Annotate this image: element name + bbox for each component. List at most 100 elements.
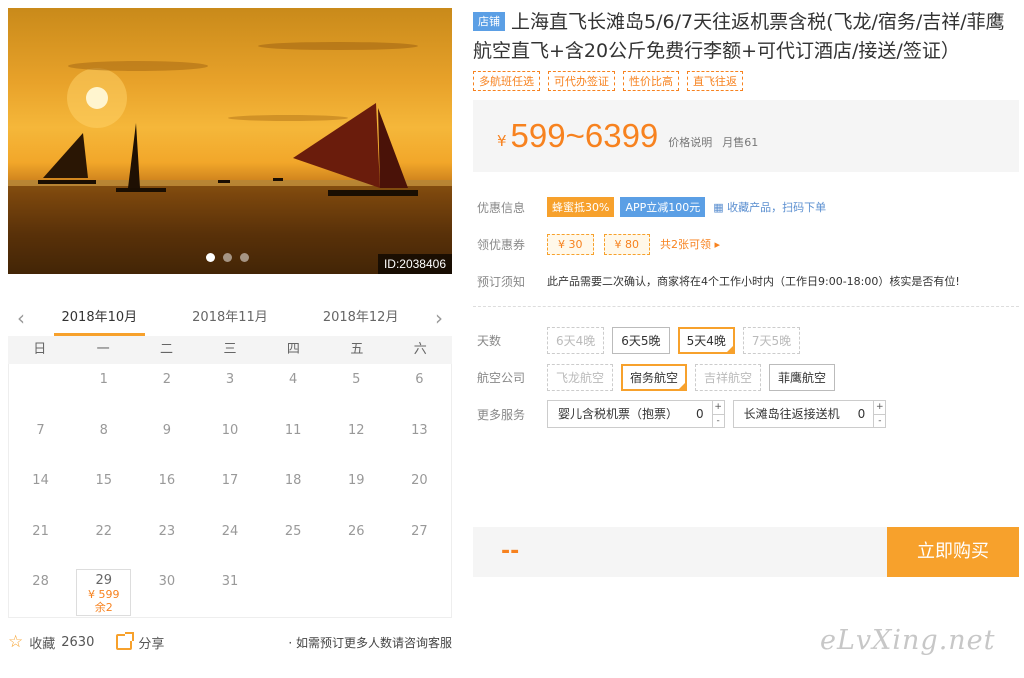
share-icon [116,632,135,650]
days-option-5d4n[interactable]: 5天4晚 [677,326,735,354]
calendar-day[interactable]: 17 [198,465,261,516]
coupon-80[interactable]: ¥ 80 [603,233,650,255]
calendar-day[interactable]: 6 [388,364,451,415]
calendar-day[interactable]: 24 [198,516,261,567]
calendar-day[interactable]: 27 [388,516,451,567]
day-number: 16 [158,473,176,488]
chevron-right-icon[interactable]: › [426,306,452,330]
airline-option-juneyao[interactable]: 吉祥航空 [695,363,762,391]
calendar-day[interactable]: 18 [262,465,325,516]
day-number: 9 [162,422,171,438]
calendar-day[interactable]: 11 [262,415,325,466]
airline-option-philippine[interactable]: 菲鹰航空 [769,363,836,391]
airline-option-feilong[interactable]: 飞龙航空 [547,363,614,391]
product-tag: 可代办签证 [548,71,615,91]
consult-note[interactable]: · 如需预订更多人数请咨询客服 [288,634,452,651]
calendar-day[interactable]: 8 [72,415,135,466]
day-number: 24 [221,523,239,539]
service-name: 长滩岛往返接送机 [743,407,840,421]
quantity-input[interactable]: 0 [688,401,712,427]
minus-button[interactable]: - [874,415,885,428]
day-number: 10 [221,422,239,438]
day-number: 20 [411,473,428,488]
calendar-day[interactable]: 19 [325,465,388,516]
calendar-day[interactable]: 13 [388,415,451,466]
tab-month-nov[interactable]: 2018年11月 [184,300,276,336]
calendar-day [9,364,72,415]
tab-month-dec[interactable]: 2018年12月 [315,300,407,336]
booking-label: 预订须知 [477,274,526,289]
star-icon: ☆ [8,632,24,652]
days-row: 天数 6天4晚 6天5晚 5天4晚 7天5晚 [473,325,1019,355]
calendar-day[interactable]: 26 [325,516,388,567]
day-number: 18 [284,473,302,488]
calendar-days: 1 2 3 4 5 6 7 8 9 10 11 12 13 14 15 16 17 18 19 20 21 22 23 24 2… [8,364,452,618]
calendar-day[interactable]: 30 [135,566,198,617]
share-button[interactable]: 分享 [116,632,164,652]
qrcode-link[interactable]: ▦ 收藏产品，扫码下单 [713,199,826,215]
calendar-day[interactable]: 23 [135,516,198,567]
product-tag: 性价比高 [623,71,679,91]
sunset-sailboats-photo [8,42,452,274]
more-coupons-link[interactable]: 共2张可领 ▸ [660,236,720,252]
calendar-day[interactable]: 12 [325,415,388,466]
day-number: 8 [99,422,108,438]
buy-now-button[interactable]: 立即购买 [887,527,1019,577]
day-number: 23 [158,523,176,539]
buy-bar: -- 立即购买 [473,527,1019,577]
calendar-day[interactable]: 4 [262,364,325,415]
calendar-day[interactable]: 9 [135,415,198,466]
days-option-7d5n[interactable]: 7天5晚 [742,326,801,354]
days-option-6d5n[interactable]: 6天5晚 [612,326,670,354]
plus-button[interactable]: + [712,401,724,415]
calendar-day[interactable]: 15 [72,465,135,516]
favorite-button[interactable]: ☆ 收藏 2630 [8,632,94,652]
tab-month-oct[interactable]: 2018年10月 [53,300,146,336]
calendar-day[interactable]: 25 [262,516,325,567]
calendar-day[interactable]: 5 [325,364,388,415]
days-option-6d4n[interactable]: 6天4晚 [547,326,605,354]
day-number: 7 [36,422,45,438]
day-number: 21 [32,523,49,539]
calendar-day[interactable]: 14 [9,465,72,516]
carousel-dot[interactable] [223,253,232,262]
calendar-day[interactable]: 3 [198,364,261,415]
shop-badge[interactable]: 店铺 [473,12,505,31]
calendar-day [388,566,451,617]
carousel-dots[interactable] [206,253,249,262]
price-note-link[interactable]: 价格说明 [668,134,712,150]
product-info: 店铺 上海直飞长滩岛5/6/7天往返机票含税(飞龙/宿务/吉祥/菲鹰航空直飞+含2… [473,8,1019,436]
hero-image[interactable]: ID:2038406 [8,8,452,274]
airline-row: 航空公司 飞龙航空 宿务航空 吉祥航空 菲鹰航空 [473,362,1019,392]
day-number: 2 [162,372,171,387]
service-infant-ticket: 婴儿含税机票（抱票） 0 + - [547,400,725,428]
calendar-day[interactable]: 2 [135,364,198,415]
minus-button[interactable]: - [713,415,724,428]
services-row: 更多服务 婴儿含税机票（抱票） 0 + - 长滩岛往返接送机 0 + - [473,399,1019,429]
coupon-row: 领优惠券 ¥ 30 ¥ 80 共2张可领 ▸ [473,229,1019,259]
calendar-day[interactable]: 28 [9,566,72,617]
price-box: ¥ 599~6399 价格说明 月售61 [473,100,1019,172]
airline-option-cebu[interactable]: 宿务航空 [621,363,688,391]
calendar-day[interactable]: 31 [198,566,261,617]
day-number: 19 [348,473,365,488]
day-number: 4 [288,372,298,387]
calendar-day[interactable]: 10 [198,415,261,466]
carousel-dot[interactable] [206,253,215,262]
coupon-30[interactable]: ¥ 30 [547,233,594,255]
calendar-day[interactable]: 20 [388,465,451,516]
favorite-count: 2630 [61,634,95,650]
carousel-dot[interactable] [240,253,249,262]
calendar-day-available[interactable]: 29 ¥ 599 余2 [76,569,132,616]
calendar-day[interactable]: 22 [72,516,135,567]
weekday-label: 二 [160,342,174,357]
calendar-day[interactable]: 7 [9,415,72,466]
plus-button[interactable]: + [874,401,886,415]
quantity-input[interactable]: 0 [850,401,874,427]
calendar-day[interactable]: 1 [72,364,135,415]
calendar-day[interactable]: 21 [9,516,72,567]
day-number: 25 [284,523,302,539]
day-number: 26 [348,523,365,539]
chevron-left-icon[interactable]: ‹ [8,306,34,330]
calendar-day[interactable]: 16 [135,465,198,516]
